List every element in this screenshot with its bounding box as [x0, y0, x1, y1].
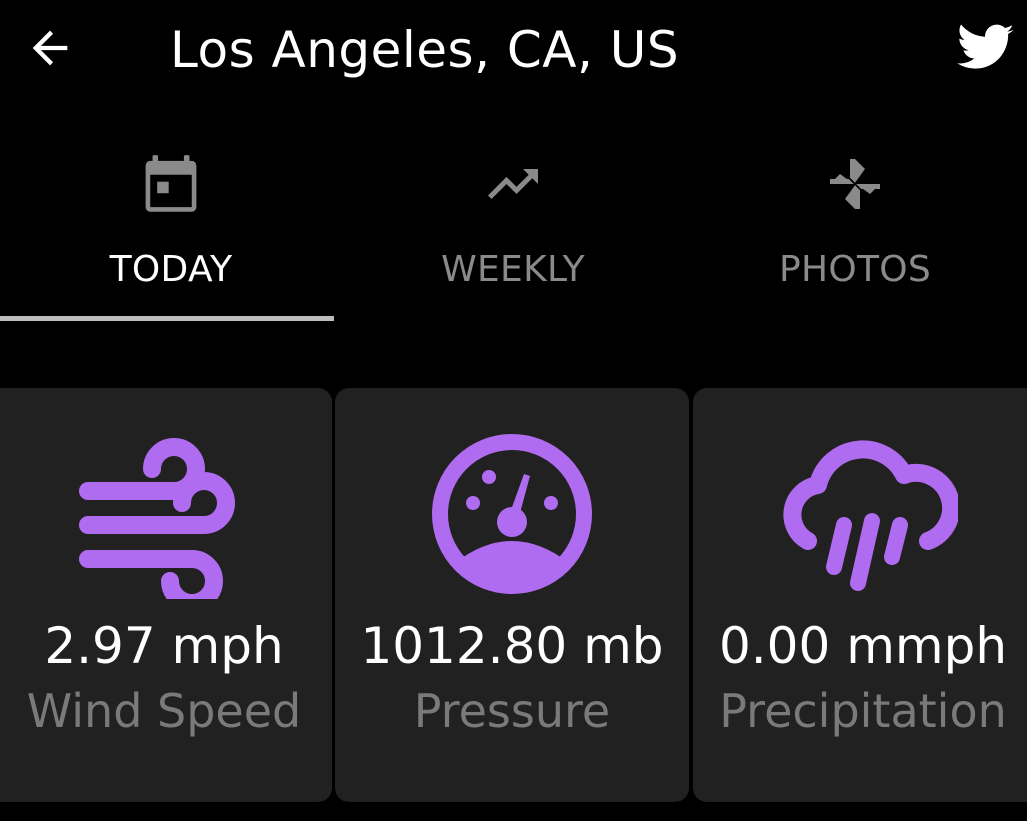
- wind-icon: [69, 424, 249, 604]
- twitter-share-button[interactable]: [950, 18, 1022, 82]
- back-button[interactable]: [20, 22, 80, 78]
- tab-label-today: TODAY: [109, 249, 233, 290]
- precipitation-card[interactable]: 0.00 mmph Precipitation: [693, 388, 1027, 802]
- weather-screen: Los Angeles, CA, US TODAY WEEKLY PHOTOS …: [0, 0, 1027, 821]
- tab-bar: TODAY WEEKLY PHOTOS: [0, 130, 1027, 326]
- gauge-icon: [422, 424, 602, 604]
- app-bar: Los Angeles, CA, US: [0, 0, 1027, 110]
- tab-weekly[interactable]: WEEKLY: [342, 130, 684, 326]
- twitter-icon: [957, 24, 1015, 76]
- wind-speed-value: 2.97 mph: [44, 617, 284, 675]
- pressure-value: 1012.80 mb: [360, 617, 664, 675]
- rain-cloud-icon: [778, 424, 958, 604]
- pressure-card[interactable]: 1012.80 mb Pressure: [335, 388, 689, 802]
- tab-label-weekly: WEEKLY: [441, 249, 585, 290]
- pinwheel-icon: [823, 152, 887, 216]
- precipitation-label: Precipitation: [719, 684, 1007, 738]
- arrow-back-icon: [24, 22, 76, 78]
- weather-cards: 2.97 mph Wind Speed 1012.80 mb Pressure: [0, 388, 1027, 802]
- tab-label-photos: PHOTOS: [778, 249, 932, 290]
- pressure-label: Pressure: [413, 684, 611, 738]
- tab-today[interactable]: TODAY: [0, 130, 342, 326]
- precipitation-value: 0.00 mmph: [718, 617, 1008, 675]
- calendar-icon: [139, 152, 203, 216]
- wind-speed-card[interactable]: 2.97 mph Wind Speed: [0, 388, 332, 802]
- wind-speed-label: Wind Speed: [26, 684, 302, 738]
- tab-indicator: [0, 316, 334, 321]
- trending-up-icon: [481, 152, 545, 216]
- tab-photos[interactable]: PHOTOS: [684, 130, 1026, 326]
- page-title: Los Angeles, CA, US: [170, 21, 680, 79]
